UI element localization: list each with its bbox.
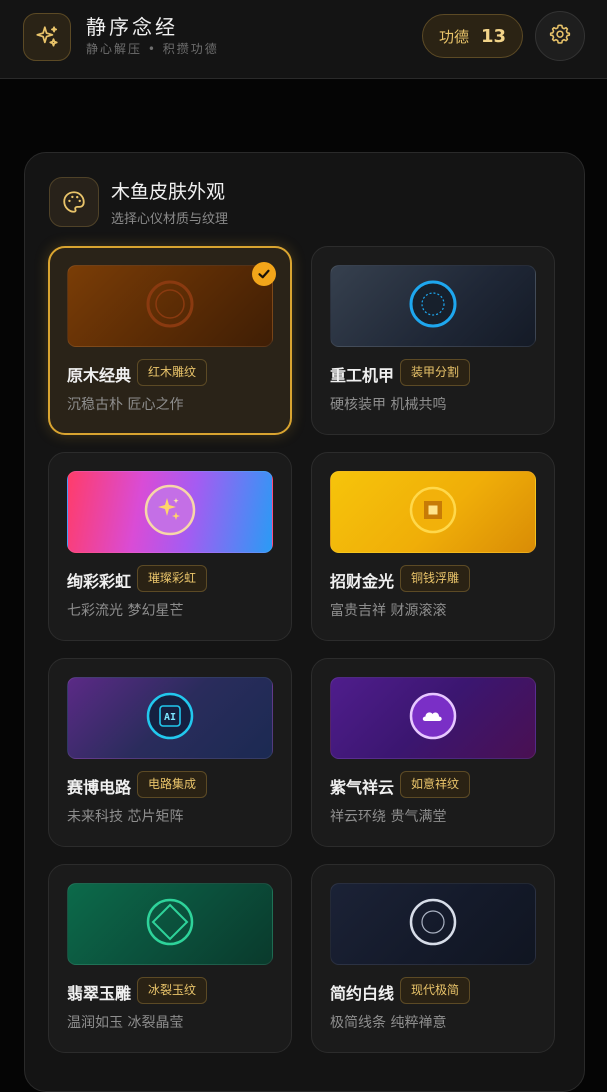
skin-card-gold[interactable]: 招财金光 铜钱浮雕 富贵吉祥 财源滚滚 — [311, 452, 555, 641]
skin-desc: 未来科技 芯片矩阵 — [67, 809, 184, 825]
merit-label: 功德 — [438, 27, 469, 46]
skin-card-rainbow[interactable]: 绚彩彩虹 璀璨彩虹 七彩流光 梦幻星芒 — [48, 452, 292, 641]
skin-tag: 铜钱浮雕 — [400, 565, 471, 592]
skin-name: 赛博电路 — [67, 778, 132, 797]
skin-desc: 祥云环绕 贵气满堂 — [330, 809, 447, 825]
skin-card-cyber[interactable]: AI 赛博电路 电路集成 未来科技 芯片矩阵 — [48, 658, 292, 847]
skin-tag: 如意祥纹 — [400, 771, 471, 798]
skin-name: 紫气祥云 — [330, 778, 395, 797]
skin-preview — [330, 677, 536, 759]
ai-chip-label: AI — [164, 712, 176, 723]
skin-tag: 红木雕纹 — [137, 359, 208, 386]
skin-desc: 硬核装甲 机械共鸣 — [330, 397, 447, 413]
cloud-icon — [408, 691, 458, 745]
palette-icon — [49, 177, 99, 227]
app-title: 静序念经 — [86, 15, 178, 39]
merit-counter[interactable]: 功德 13 — [422, 14, 523, 58]
check-icon — [252, 262, 276, 286]
jade-diamond-icon — [145, 897, 195, 951]
skin-panel: 木鱼皮肤外观 选择心仪材质与纹理 原木经典 红木雕纹 沉稳古朴 匠心之作 重工机… — [24, 152, 585, 1092]
skin-desc: 富贵吉祥 财源滚滚 — [330, 603, 447, 619]
skin-desc: 温润如玉 冰裂晶莹 — [67, 1015, 184, 1031]
skin-card-jade[interactable]: 翡翠玉雕 冰裂玉纹 温润如玉 冰裂晶莹 — [48, 864, 292, 1053]
skin-name: 简约白线 — [330, 984, 395, 1003]
merit-count: 13 — [480, 25, 507, 47]
skin-tag: 璀璨彩虹 — [137, 565, 208, 592]
skin-tag: 冰裂玉纹 — [137, 977, 208, 1004]
skin-name: 翡翠玉雕 — [67, 984, 132, 1003]
skin-preview — [67, 471, 273, 553]
skin-tag: 装甲分割 — [400, 359, 471, 386]
skin-preview — [330, 471, 536, 553]
skin-desc: 极简线条 纯粹禅意 — [330, 1015, 447, 1031]
minimal-ring-icon — [408, 897, 458, 951]
coin-icon — [408, 485, 458, 539]
skin-tag: 电路集成 — [137, 771, 208, 798]
skin-desc: 沉稳古朴 匠心之作 — [67, 397, 184, 413]
skin-name: 绚彩彩虹 — [67, 572, 132, 591]
panel-subtitle: 选择心仪材质与纹理 — [111, 212, 229, 227]
skin-preview: AI — [67, 677, 273, 759]
skin-card-mecha[interactable]: 重工机甲 装甲分割 硬核装甲 机械共鸣 — [311, 246, 555, 435]
skin-preview — [330, 265, 536, 347]
gear-icon — [549, 23, 571, 49]
skin-card-wood[interactable]: 原木经典 红木雕纹 沉稳古朴 匠心之作 — [48, 246, 292, 435]
skin-tag: 现代极简 — [400, 977, 471, 1004]
skin-card-minimal[interactable]: 简约白线 现代极简 极简线条 纯粹禅意 — [311, 864, 555, 1053]
skin-desc: 七彩流光 梦幻星芒 — [67, 603, 184, 619]
skin-card-purple-cloud[interactable]: 紫气祥云 如意祥纹 祥云环绕 贵气满堂 — [311, 658, 555, 847]
ai-chip-icon: AI — [145, 691, 195, 745]
skin-name: 原木经典 — [67, 366, 132, 385]
skin-preview — [330, 883, 536, 965]
settings-button[interactable] — [535, 11, 585, 61]
wood-ring-icon — [145, 279, 195, 333]
skin-preview — [67, 265, 273, 347]
skin-name: 重工机甲 — [330, 366, 395, 385]
sparkle-icon — [143, 483, 197, 541]
skin-preview — [67, 883, 273, 965]
app-header: 静序念经 静心解压 • 积攒功德 功德 13 — [0, 0, 607, 79]
panel-title: 木鱼皮肤外观 — [111, 181, 226, 203]
mecha-ring-icon — [408, 279, 458, 333]
sparkles-icon — [23, 13, 71, 61]
app-subtitle: 静心解压 • 积攒功德 — [86, 42, 219, 56]
skin-name: 招财金光 — [330, 572, 395, 591]
